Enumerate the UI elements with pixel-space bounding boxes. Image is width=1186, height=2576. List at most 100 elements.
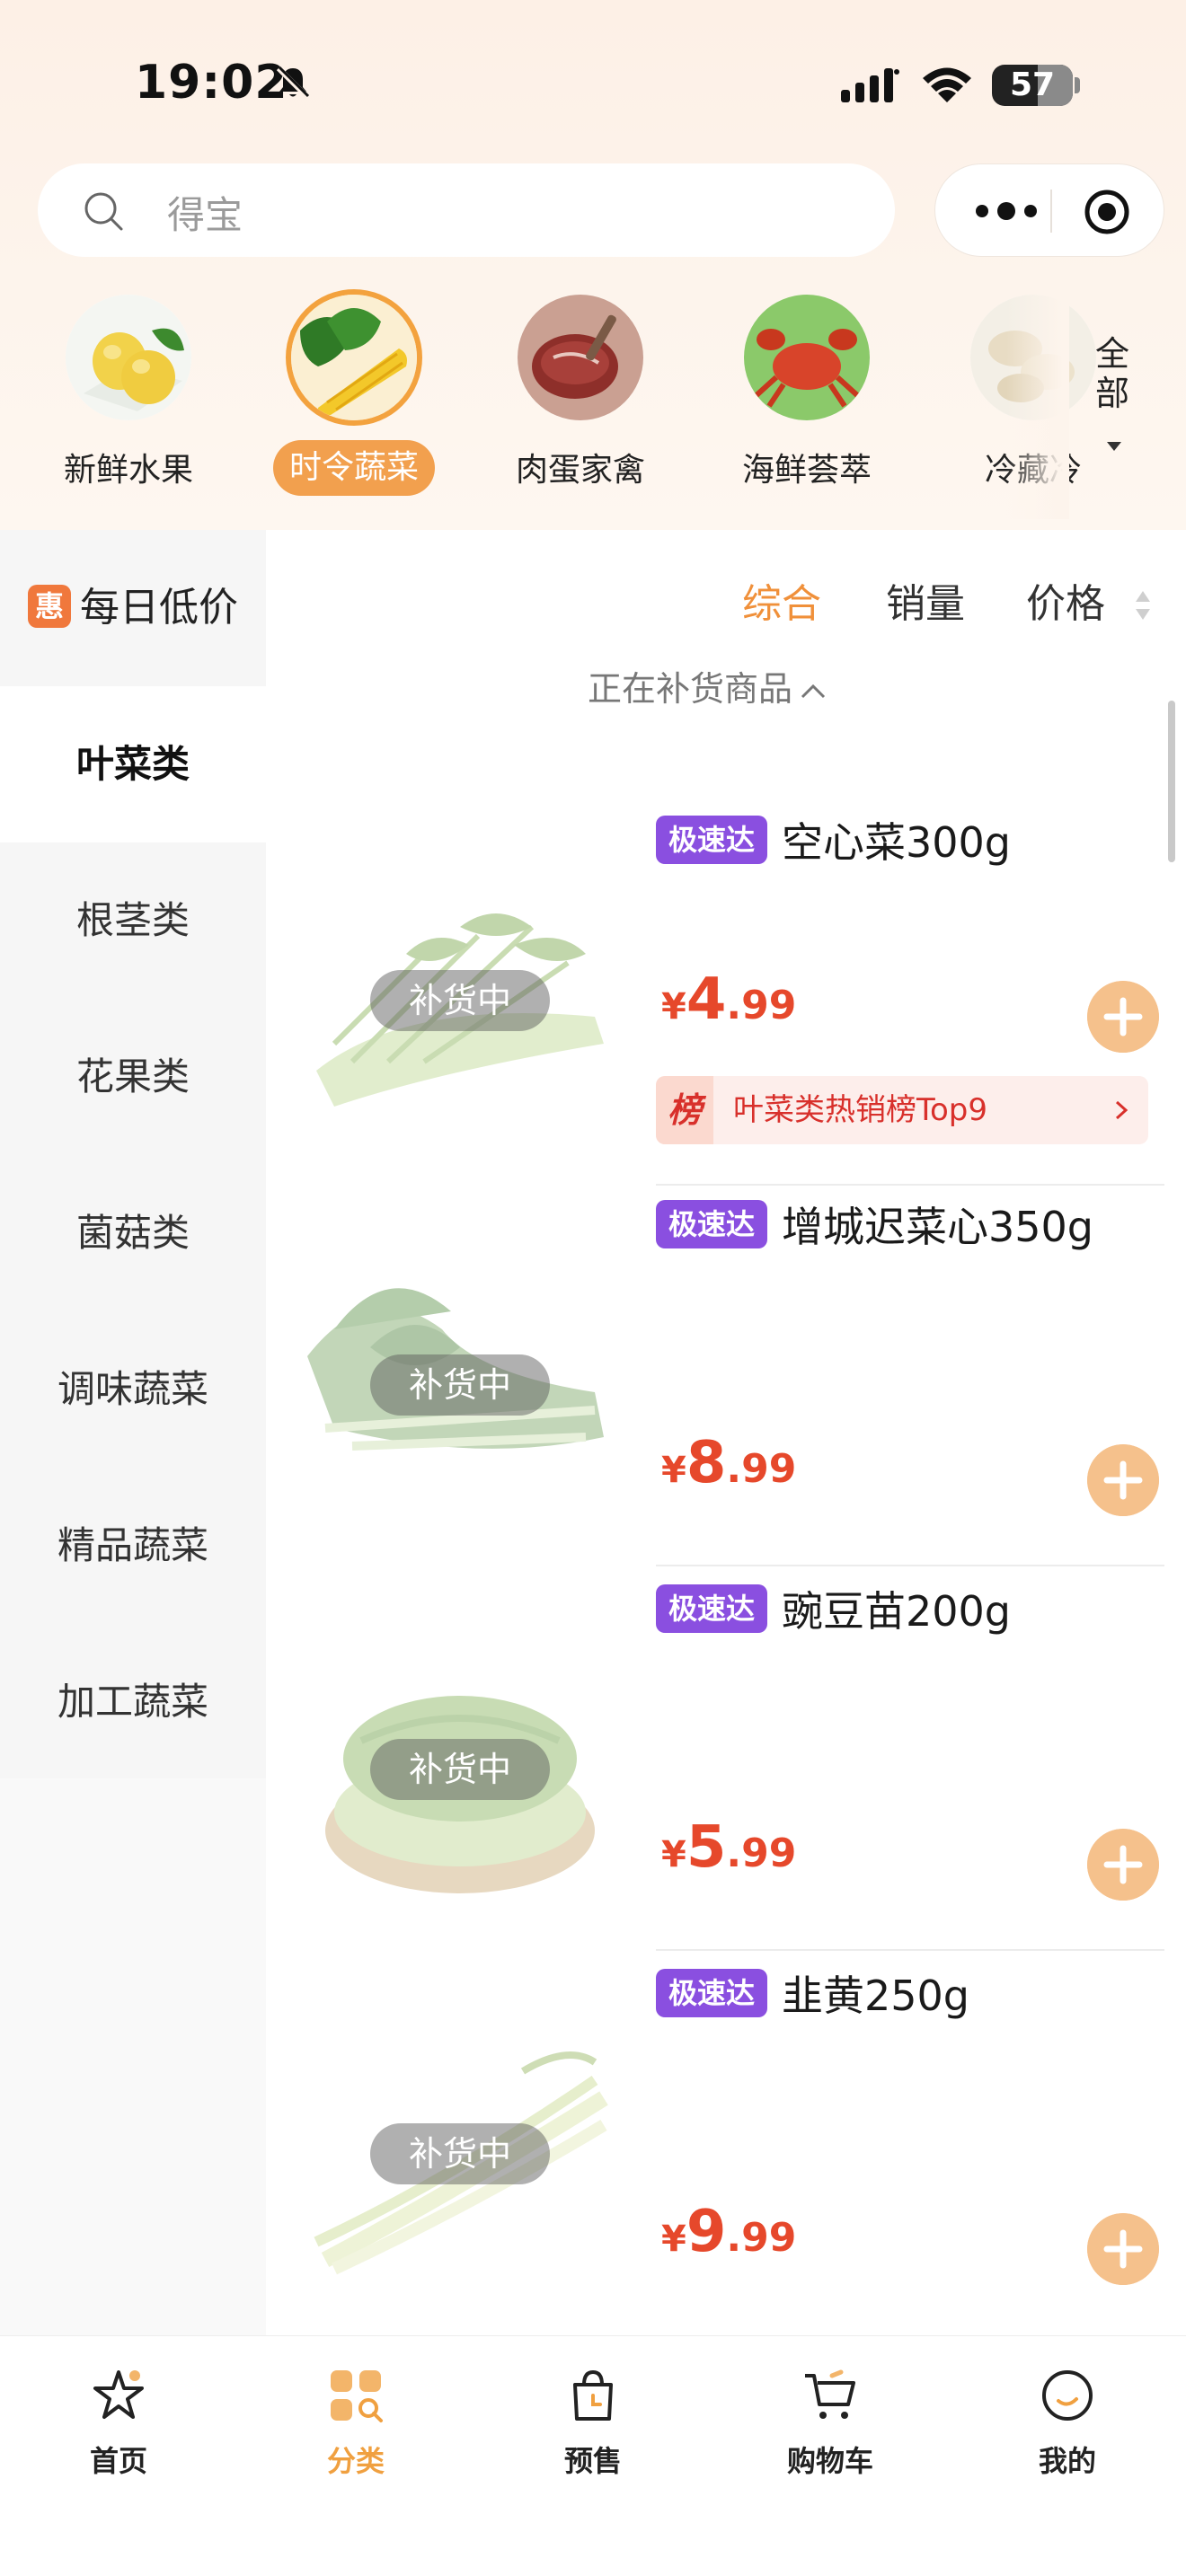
restock-toggle[interactable]: 正在补货商品 bbox=[588, 661, 827, 710]
sidebar-item-label: 叶菜类 bbox=[75, 742, 190, 786]
restock-status-badge: 补货中 bbox=[370, 970, 550, 1031]
price-decimal: .99 bbox=[726, 1446, 797, 1492]
tab-label: 我的 bbox=[1038, 2444, 1096, 2478]
product-price: ¥4.99 bbox=[661, 966, 796, 1033]
search-icon bbox=[84, 192, 123, 231]
sort-sales[interactable]: 销量 bbox=[886, 571, 965, 629]
product-name: 豌豆苗200g bbox=[782, 1587, 1011, 1636]
capsule-divider bbox=[1050, 190, 1052, 233]
sidebar-empty-area bbox=[0, 1778, 266, 2335]
add-to-cart-button[interactable] bbox=[1087, 981, 1159, 1053]
battery-tip bbox=[1075, 77, 1080, 93]
sort-arrows-icon bbox=[1136, 591, 1150, 620]
chevron-up-icon bbox=[801, 684, 826, 698]
category-seafood[interactable]: 海鲜荟萃 bbox=[717, 286, 897, 510]
restock-note-text: 正在补货商品 bbox=[588, 669, 793, 709]
product-name: 空心菜300g bbox=[782, 818, 1011, 867]
rank-mark: 榜 bbox=[656, 1076, 713, 1144]
category-label: 时令蔬菜 bbox=[273, 440, 435, 496]
category-label: 新鲜水果 bbox=[63, 452, 193, 489]
add-to-cart-button[interactable] bbox=[1087, 2213, 1159, 2285]
bottom-tab-bar: 首页 分类 预售 购物车 我的 bbox=[0, 2335, 1186, 2576]
tab-label: 首页 bbox=[89, 2444, 147, 2478]
price-integer: 8 bbox=[686, 1430, 727, 1496]
price-decimal: .99 bbox=[726, 2215, 797, 2261]
product-name: 增城迟菜心350g bbox=[782, 1203, 1093, 1251]
category-row: 新鲜水果 时令蔬菜 肉蛋家禽 海鲜荟萃 bbox=[0, 286, 1186, 519]
add-to-cart-button[interactable] bbox=[1087, 1444, 1159, 1516]
crab-photo-icon bbox=[744, 295, 870, 420]
restock-status-badge: 补货中 bbox=[370, 2123, 550, 2184]
discount-badge-icon: 惠 bbox=[28, 585, 71, 628]
express-delivery-tag: 极速达 bbox=[656, 1969, 767, 2017]
close-miniprogram-icon[interactable] bbox=[1083, 188, 1131, 236]
cart-icon bbox=[805, 2369, 855, 2419]
vegetables-photo-icon bbox=[291, 295, 417, 420]
tab-label: 预售 bbox=[563, 2444, 622, 2478]
category-fresh-fruit[interactable]: 新鲜水果 bbox=[39, 286, 218, 510]
battery-indicator: 57 bbox=[992, 65, 1073, 106]
price-symbol: ¥ bbox=[661, 1834, 686, 1875]
sidebar-item-label: 每日低价 bbox=[80, 585, 238, 631]
pear-photo-icon bbox=[66, 295, 191, 420]
tab-label: 购物车 bbox=[786, 2444, 873, 2478]
price-symbol: ¥ bbox=[661, 986, 686, 1028]
category-seasonal-vegetables[interactable]: 时令蔬菜 bbox=[264, 286, 444, 510]
tab-cart[interactable]: 购物车 bbox=[758, 2363, 902, 2489]
express-delivery-tag: 极速达 bbox=[656, 1200, 767, 1248]
tab-presale[interactable]: 预售 bbox=[521, 2363, 665, 2489]
price-decimal: .99 bbox=[726, 1831, 797, 1876]
product-card[interactable]: 补货中 极速达 豌豆苗200g ¥5.99 bbox=[266, 1584, 1186, 1969]
product-card[interactable]: 补货中 极速达 空心菜300g ¥4.99 榜 叶菜类热销榜Top9 bbox=[266, 816, 1186, 1200]
price-decimal: .99 bbox=[726, 983, 797, 1028]
restock-status-badge: 补货中 bbox=[370, 1354, 550, 1416]
triangle-down-icon bbox=[1107, 442, 1121, 451]
tab-profile[interactable]: 我的 bbox=[996, 2363, 1139, 2489]
price-integer: 9 bbox=[686, 2199, 727, 2265]
sidebar-item-root[interactable]: 根茎类 bbox=[0, 842, 266, 999]
sidebar-item-flower-fruit[interactable]: 花果类 bbox=[0, 999, 266, 1155]
product-name: 韭黄250g bbox=[782, 1972, 969, 2020]
sidebar-item-label: 加工蔬菜 bbox=[57, 1680, 208, 1724]
sidebar-item-daily-low-price[interactable]: 惠每日低价 bbox=[0, 530, 266, 686]
miniprogram-capsule bbox=[934, 163, 1164, 257]
product-divider bbox=[656, 1565, 1164, 1566]
sort-price[interactable]: 价格 bbox=[1026, 571, 1105, 629]
sidebar-item-seasoning-veg[interactable]: 调味蔬菜 bbox=[0, 1311, 266, 1468]
presale-bag-icon bbox=[573, 2369, 613, 2421]
product-list-panel: 综合 销量 价格 正在补货商品 补货中 极速达 空心菜300g ¥4.99 榜 … bbox=[266, 530, 1186, 2335]
tab-home[interactable]: 首页 bbox=[47, 2363, 190, 2489]
product-divider bbox=[656, 1949, 1164, 1951]
hot-rank-banner[interactable]: 榜 叶菜类热销榜Top9 bbox=[656, 1076, 1148, 1144]
sidebar-item-label: 精品蔬菜 bbox=[57, 1523, 208, 1567]
sidebar-item-label: 根茎类 bbox=[75, 898, 190, 942]
product-price: ¥9.99 bbox=[661, 2199, 796, 2265]
cellular-signal-icon bbox=[841, 68, 899, 102]
price-symbol: ¥ bbox=[661, 1450, 686, 1491]
category-meat-eggs-poultry[interactable]: 肉蛋家禽 bbox=[491, 286, 670, 510]
sidebar-item-leafy[interactable]: 叶菜类 bbox=[0, 686, 266, 842]
category-sidebar: 惠每日低价 叶菜类 根茎类 花果类 菌菇类 调味蔬菜 精品蔬菜 加工蔬菜 bbox=[0, 530, 266, 2335]
sidebar-item-processed-veg[interactable]: 加工蔬菜 bbox=[0, 1624, 266, 1780]
category-all-button[interactable]: 全部 bbox=[1094, 334, 1130, 413]
sidebar-item-label: 花果类 bbox=[75, 1054, 190, 1098]
meat-photo-icon bbox=[518, 295, 643, 420]
express-delivery-tag: 极速达 bbox=[656, 816, 767, 864]
product-divider bbox=[656, 1184, 1164, 1186]
express-delivery-tag: 极速达 bbox=[656, 1584, 767, 1633]
product-card[interactable]: 补货中 极速达 增城迟菜心350g ¥8.99 bbox=[266, 1200, 1186, 1584]
category-label: 海鲜荟萃 bbox=[741, 452, 872, 489]
search-input[interactable]: 得宝 bbox=[38, 163, 895, 257]
tab-category[interactable]: 分类 bbox=[284, 2363, 428, 2489]
sidebar-item-label: 调味蔬菜 bbox=[57, 1367, 208, 1411]
more-icon[interactable] bbox=[969, 191, 1043, 231]
bell-off-icon bbox=[276, 66, 310, 100]
add-to-cart-button[interactable] bbox=[1087, 1829, 1159, 1901]
sort-comprehensive[interactable]: 综合 bbox=[742, 571, 821, 629]
search-placeholder: 得宝 bbox=[167, 193, 243, 237]
category-label: 肉蛋家禽 bbox=[515, 452, 645, 489]
sidebar-item-mushroom[interactable]: 菌菇类 bbox=[0, 1155, 266, 1311]
product-card[interactable]: 补货中 极速达 韭黄250g ¥9.99 bbox=[266, 1969, 1186, 2353]
sidebar-item-premium-veg[interactable]: 精品蔬菜 bbox=[0, 1468, 266, 1624]
category-icon bbox=[331, 2370, 383, 2422]
